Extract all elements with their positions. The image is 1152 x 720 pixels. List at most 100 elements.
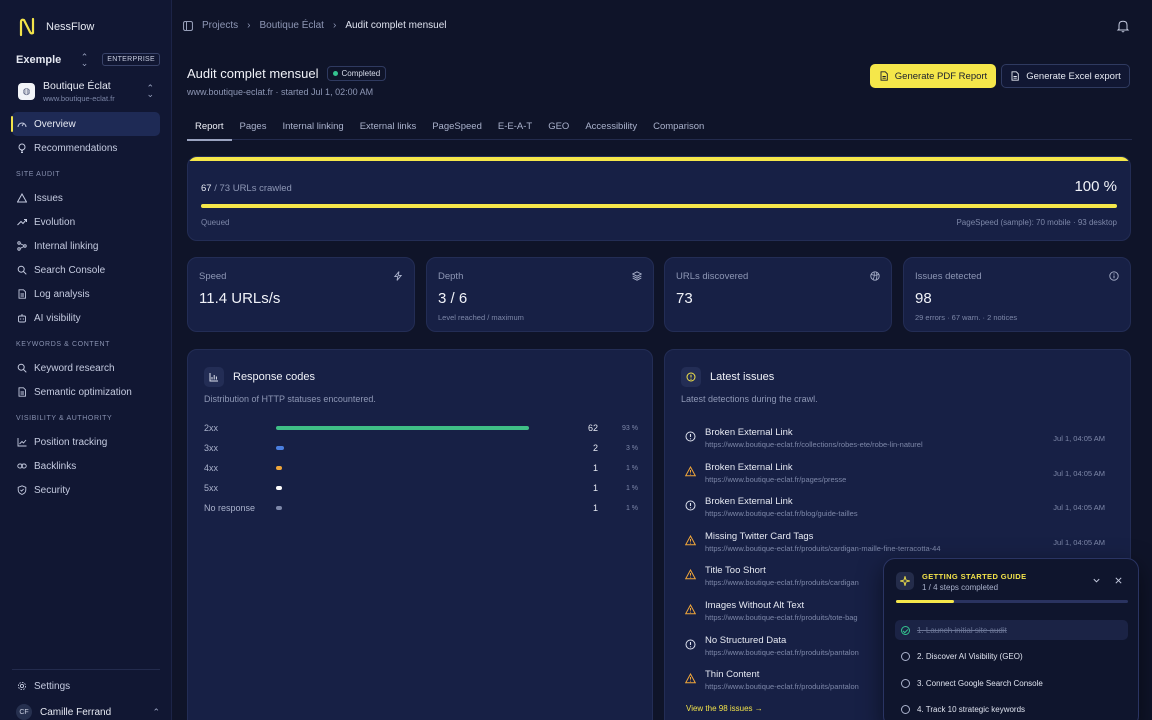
warning-triangle-icon: [685, 534, 696, 546]
issue-row[interactable]: Broken External Link https://www.boutique…: [681, 459, 1111, 489]
issue-time: Jul 1, 04:05 AM: [1053, 434, 1105, 443]
chevron-right-icon: ›: [332, 20, 337, 31]
guide-step[interactable]: 3. Connect Google Search Console: [895, 673, 1128, 693]
response-code-label: 2xx: [204, 423, 219, 433]
response-code-track: [276, 466, 548, 470]
issue-url: https://www.boutique-eclat.fr/pages/pres…: [705, 474, 847, 484]
sidebar-item-label: Log analysis: [34, 288, 90, 300]
nessflow-logo-icon: [19, 17, 35, 37]
guide-title: GETTING STARTED GUIDE: [922, 572, 1027, 581]
tab-eeat[interactable]: E-E-A-T: [490, 116, 540, 140]
sidebar-item-label: Semantic optimization: [34, 386, 132, 398]
response-code-row: 3xx 2 3 %: [204, 442, 638, 454]
guide-step[interactable]: 1. Launch initial site audit: [895, 620, 1128, 640]
issue-title: Broken External Link: [705, 427, 793, 438]
response-code-count: 1: [592, 503, 598, 513]
issue-row[interactable]: Missing Twitter Card Tags https://www.bou…: [681, 528, 1111, 558]
issue-time: Jul 1, 04:05 AM: [1053, 537, 1105, 547]
info-circle-icon: [1109, 271, 1119, 281]
breadcrumb-site[interactable]: Boutique Éclat: [259, 20, 324, 31]
stat-sub: Level reached / maximum: [438, 313, 524, 322]
urls-crawled: 67 / 73 URLs crawled: [201, 183, 292, 194]
avatar: CF: [16, 704, 32, 720]
progress-accent-bar: [188, 157, 1130, 161]
guide-step-label: 1. Launch initial site audit: [917, 625, 1007, 635]
sidebar-item-keyword-research[interactable]: Keyword research: [12, 356, 160, 380]
gauge-icon: [17, 122, 27, 128]
tab-external-links[interactable]: External links: [352, 116, 425, 140]
sidebar-item-position-tracking[interactable]: Position tracking: [12, 430, 160, 454]
response-code-row: 2xx 62 93 %: [204, 422, 638, 434]
tab-comparison[interactable]: Comparison: [645, 116, 712, 140]
sidebar-toggle-icon[interactable]: [183, 20, 193, 31]
sidebar-item-recommendations[interactable]: Recommendations: [12, 136, 160, 160]
user-menu[interactable]: CF Camille Ferrand ⌃: [16, 704, 160, 720]
generate-pdf-label: Generate PDF Report: [894, 70, 988, 82]
sidebar-item-internal-linking[interactable]: Internal linking: [12, 234, 160, 258]
tab-pages[interactable]: Pages: [232, 116, 275, 140]
breadcrumb-projects[interactable]: Projects: [202, 20, 238, 31]
sidebar-item-search-console[interactable]: Search Console: [12, 258, 160, 282]
page-title: Audit complet mensuel: [187, 66, 319, 81]
nav-section-visibility: VISIBILITY & AUTHORITY: [16, 414, 113, 422]
issue-row[interactable]: Broken External Link https://www.boutique…: [681, 493, 1111, 523]
sidebar-item-log-analysis[interactable]: Log analysis: [12, 282, 160, 306]
sidebar-item-issues[interactable]: Issues: [12, 186, 160, 210]
tab-accessibility[interactable]: Accessibility: [577, 116, 645, 140]
error-circle-icon: [685, 500, 696, 511]
panel-title: Latest issues: [710, 371, 775, 383]
response-code-bar: [276, 426, 529, 430]
stat-label: Issues detected: [915, 271, 982, 282]
generate-excel-label: Generate Excel export: [1026, 70, 1121, 82]
sidebar-item-label: Security: [34, 484, 71, 496]
site-switcher[interactable]: ◍ Boutique Éclat www.boutique-eclat.fr ⌃…: [12, 74, 160, 108]
bell-icon[interactable]: [1116, 19, 1130, 33]
brand-name: NessFlow: [46, 21, 95, 33]
view-all-issues-link[interactable]: View the 98 issues →: [686, 704, 763, 713]
response-code-label: No response: [204, 503, 256, 513]
line-chart-icon: [17, 438, 27, 447]
warning-triangle-icon: [685, 569, 696, 580]
chevron-right-icon: ›: [247, 20, 251, 31]
layers-icon: [632, 271, 642, 281]
sidebar-item-semantic-optimization[interactable]: Semantic optimization: [12, 380, 160, 404]
sidebar-item-ai-visibility[interactable]: AI visibility: [12, 306, 160, 330]
guide-step[interactable]: 2. Discover AI Visibility (GEO): [895, 647, 1128, 667]
progress-bar: [201, 204, 1117, 208]
workspace-switcher[interactable]: Exemple ⌃ ⌄ ENTERPRISE: [16, 52, 160, 67]
file-text-icon: [18, 387, 26, 397]
issue-url: https://www.boutique-eclat.fr/produits/c…: [705, 578, 859, 588]
generate-pdf-button[interactable]: Generate PDF Report: [870, 64, 996, 88]
sidebar-item-overview[interactable]: Overview: [11, 112, 160, 136]
issue-url: https://www.boutique-eclat.fr/blog/guide…: [705, 509, 858, 519]
lightbulb-icon: [18, 143, 26, 153]
guide-step-label: 4. Track 10 strategic keywords: [917, 705, 1026, 714]
sidebar-item-settings[interactable]: Settings: [12, 674, 160, 698]
tab-pagespeed[interactable]: PageSpeed: [424, 116, 490, 140]
response-code-row: 5xx 1 1 %: [204, 482, 638, 494]
sidebar-item-security[interactable]: Security: [12, 478, 160, 502]
guide-step[interactable]: 4. Track 10 strategic keywords: [895, 700, 1128, 720]
issue-row[interactable]: Broken External Link https://www.boutique…: [681, 424, 1111, 454]
response-code-label: 5xx: [204, 483, 219, 493]
tab-geo[interactable]: GEO: [540, 116, 577, 140]
sidebar-item-label: Issues: [34, 192, 63, 204]
tab-internal-linking[interactable]: Internal linking: [274, 116, 351, 140]
chevron-updown-icon: ⌃ ⌄: [146, 83, 154, 99]
sidebar-divider: [12, 669, 160, 670]
sidebar-item-backlinks[interactable]: Backlinks: [12, 454, 160, 478]
sidebar-item-label: Keyword research: [34, 362, 115, 374]
error-circle-icon: [685, 639, 696, 650]
brand[interactable]: NessFlow: [18, 16, 94, 38]
issue-title: Images Without Alt Text: [705, 600, 805, 611]
issue-title: Broken External Link: [705, 496, 793, 508]
sidebar-item-evolution[interactable]: Evolution: [12, 210, 160, 234]
response-code-count: 62: [587, 423, 598, 433]
close-icon[interactable]: [1114, 576, 1123, 585]
chevron-down-icon[interactable]: [1092, 576, 1101, 585]
guide-progress-text: 1 / 4 steps completed: [922, 583, 999, 592]
generate-excel-button[interactable]: Generate Excel export: [1001, 64, 1130, 88]
stat-card-speed: Speed 11.4 URLs/s: [187, 257, 415, 332]
tab-report[interactable]: Report: [187, 116, 232, 141]
response-code-row: No response 1 1 %: [204, 502, 638, 514]
